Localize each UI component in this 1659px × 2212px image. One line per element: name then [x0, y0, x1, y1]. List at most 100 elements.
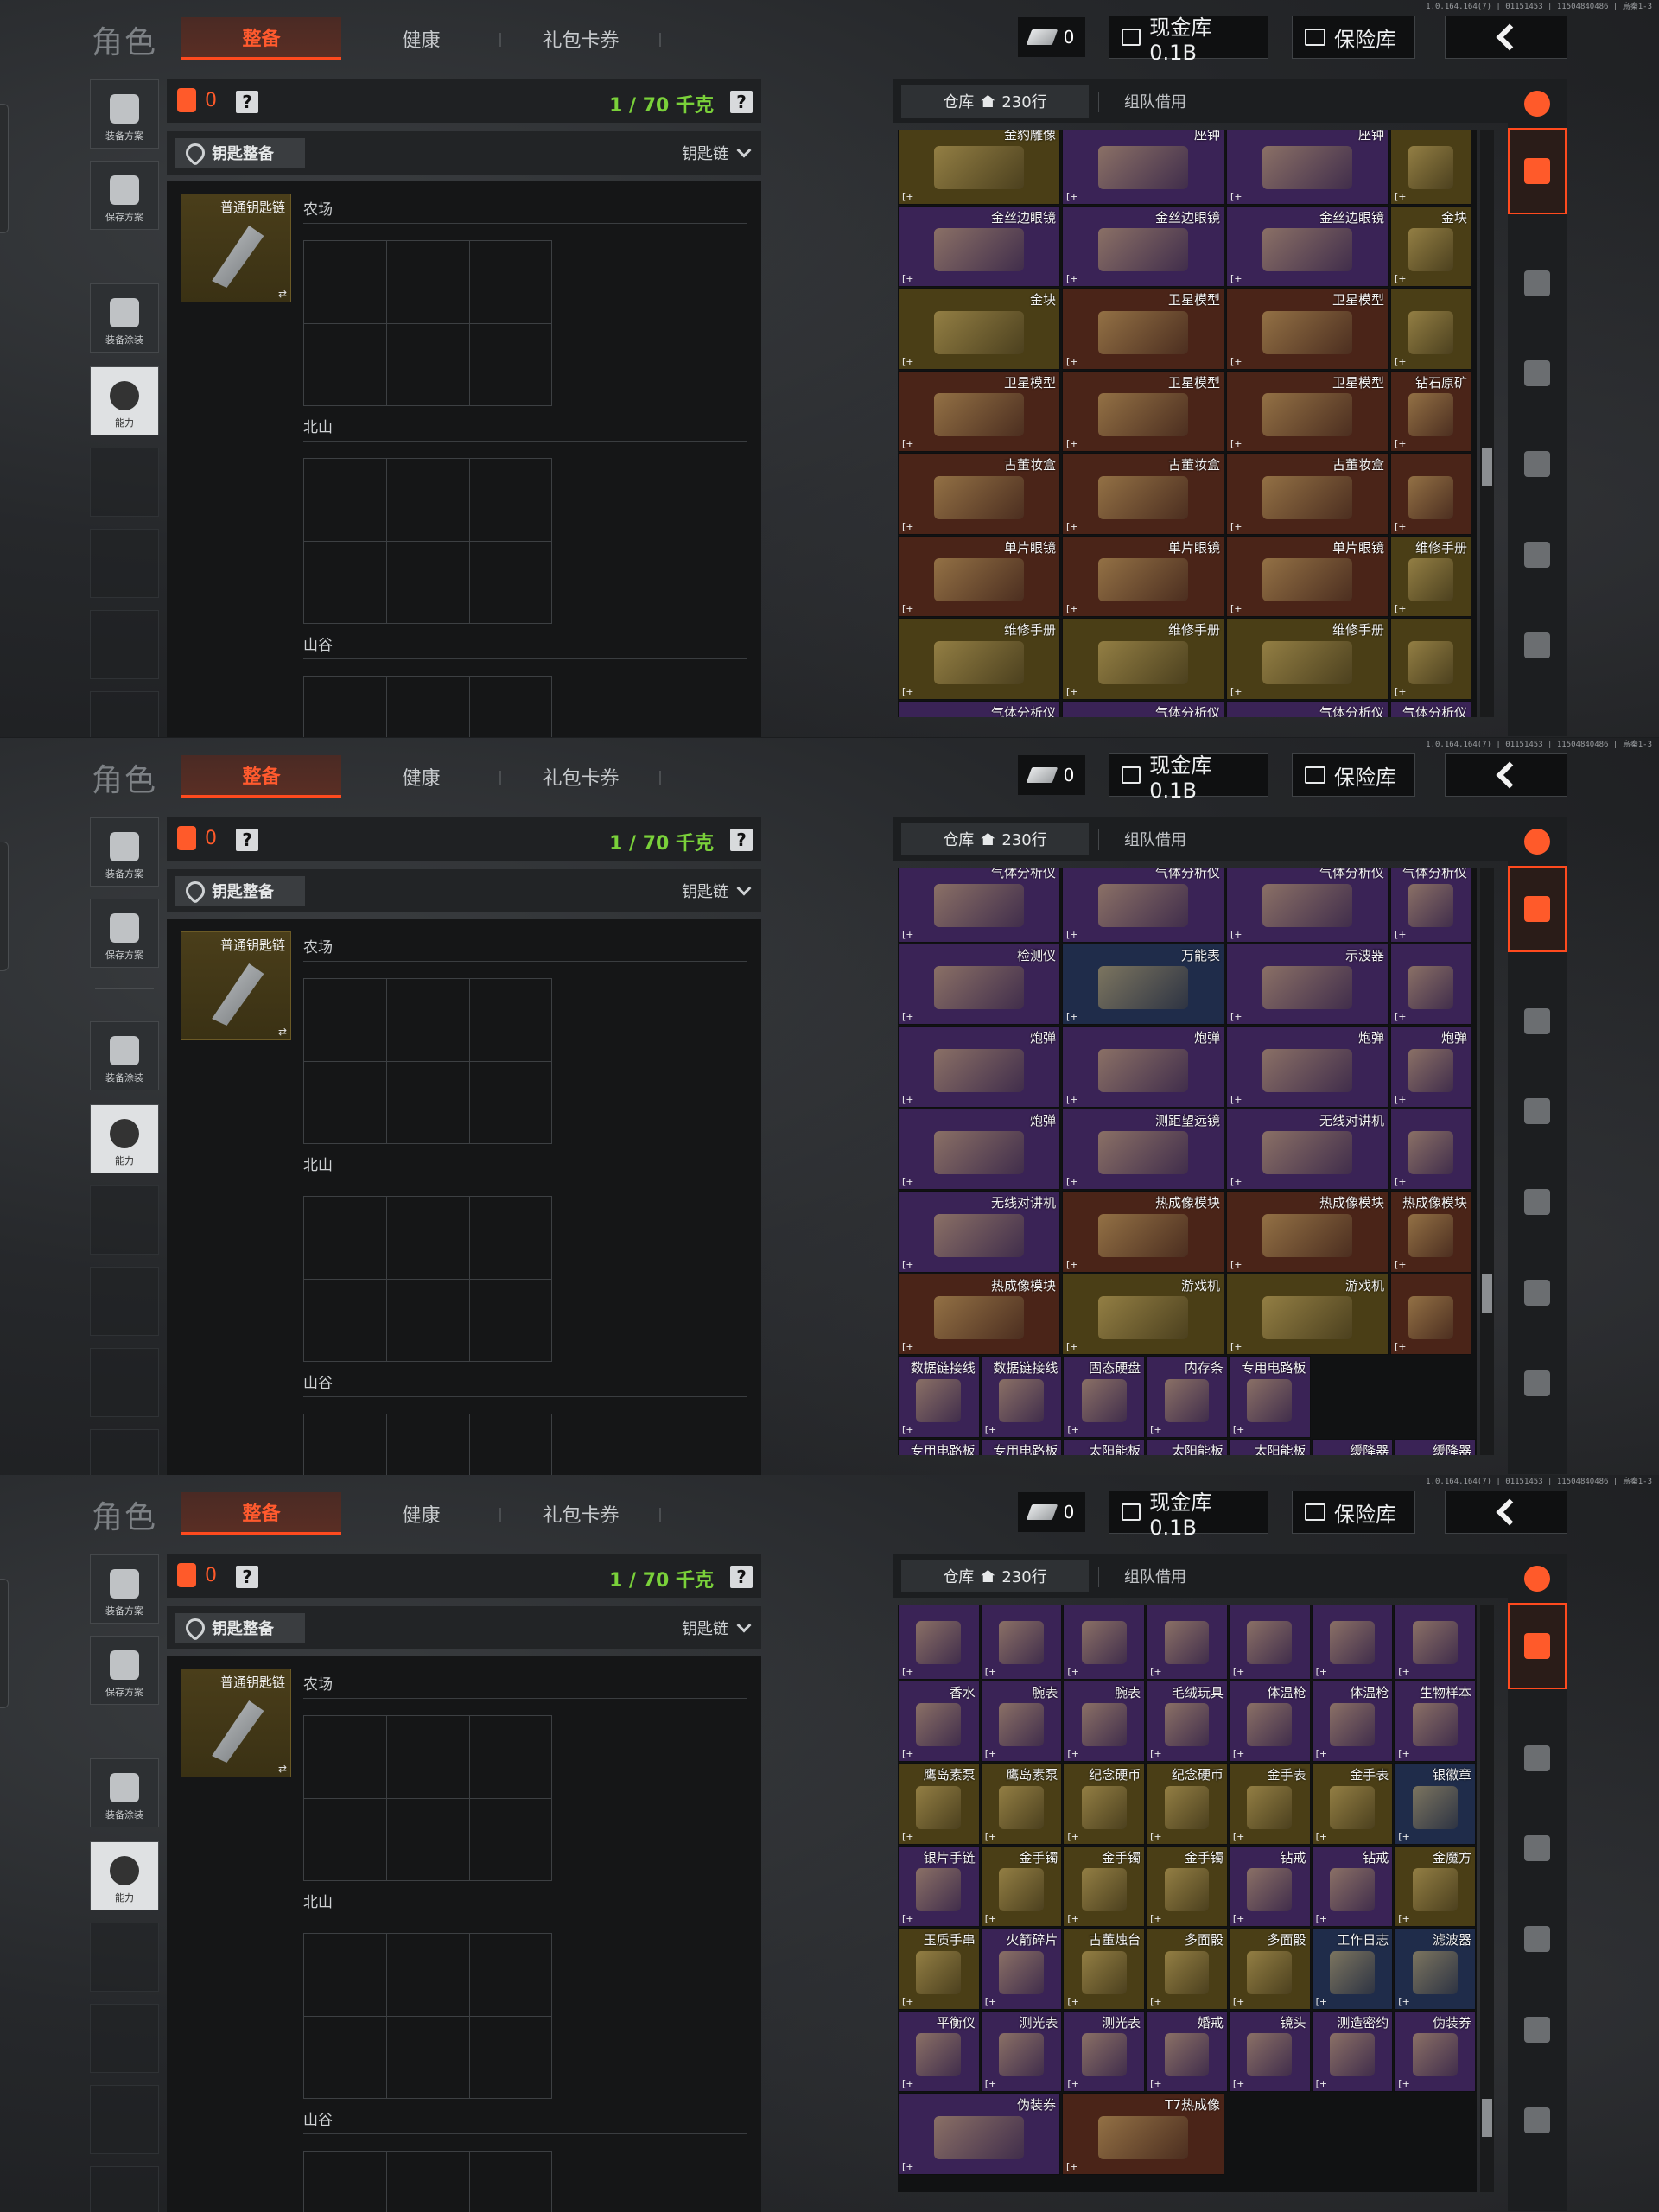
back-button[interactable]	[1445, 16, 1567, 59]
coin-counter[interactable]: 0	[1018, 17, 1085, 57]
item-cell[interactable]: 缓降器[+	[1311, 1438, 1394, 1455]
item-cell[interactable]: 炮弹 [+	[898, 1108, 1060, 1190]
loadout-plan-button[interactable]: 装备方案	[90, 817, 159, 887]
tab-gift-cards[interactable]: 礼包卡券	[501, 755, 661, 798]
skin-button[interactable]: 装备涂装	[90, 1758, 159, 1827]
item-cell[interactable]: 香水 [+	[898, 1680, 980, 1762]
item-cell[interactable]: 古董妆盒 [+	[1062, 453, 1224, 535]
item-cell[interactable]: 金手镯 [+	[1146, 1845, 1228, 1927]
item-cell[interactable]: 玉质手串 [+	[898, 1928, 980, 2010]
key-slot-grid[interactable]	[303, 1196, 552, 1362]
tab-health[interactable]: 健康	[341, 17, 501, 60]
keychain-dropdown[interactable]: 钥匙链	[682, 1617, 752, 1639]
key-slot-grid[interactable]	[303, 1933, 552, 2099]
item-cell[interactable]: 无线对讲机 [+	[1226, 1108, 1389, 1190]
scroll-thumb[interactable]	[1482, 448, 1492, 486]
item-cell[interactable]: 单片眼镜 [+	[898, 535, 1060, 617]
left-edge-tab[interactable]	[0, 104, 9, 233]
item-cell[interactable]: 鹰岛素泵 [+	[980, 1763, 1063, 1845]
item-cell[interactable]: T7热成像 [+	[1062, 2093, 1224, 2175]
key-slot-grid[interactable]	[303, 676, 552, 737]
item-cell[interactable]: 测造密约 [+	[1311, 2010, 1394, 2092]
keychain-dropdown[interactable]: 钥匙链	[682, 142, 752, 164]
item-cell[interactable]: 气体分析仪[+	[1390, 700, 1471, 717]
item-cell[interactable]: 金块 [+	[898, 288, 1060, 370]
item-cell[interactable]: 滤波器 [+	[1394, 1928, 1476, 2010]
item-cell[interactable]: [+	[1390, 1108, 1471, 1190]
left-edge-tab[interactable]	[0, 1579, 9, 1708]
item-cell[interactable]: [+	[1390, 288, 1471, 370]
item-cell[interactable]: 毛绒玩具 [+	[1146, 1680, 1228, 1762]
item-cell[interactable]: 平衡仪 [+	[898, 2010, 980, 2092]
key-slot-grid[interactable]	[303, 978, 552, 1144]
help-icon[interactable]: ?	[730, 829, 753, 851]
item-cell[interactable]: 气体分析仪[+	[1062, 868, 1224, 943]
item-cell[interactable]: 金手镯 [+	[1063, 1845, 1146, 1927]
back-button[interactable]	[1445, 1491, 1567, 1534]
item-cell[interactable]: 缓降器[+	[1394, 1438, 1476, 1455]
ability-button[interactable]: 能力	[90, 1104, 159, 1173]
category-stack[interactable]	[1508, 1554, 1567, 1603]
help-icon[interactable]: ?	[236, 829, 258, 851]
item-cell[interactable]: 古董烛台 [+	[1063, 1928, 1146, 2010]
tab-warehouse[interactable]: 仓库 230行	[901, 823, 1089, 855]
cash-vault-button[interactable]: 现金库 0.1B	[1109, 753, 1268, 803]
category-rifle[interactable]	[1508, 330, 1567, 416]
category-plate[interactable]	[1508, 128, 1567, 214]
keychain-slot[interactable]: 普通钥匙链 ⇄	[181, 194, 291, 302]
item-cell[interactable]: 太阳能板[+	[1228, 1438, 1311, 1455]
tab-health[interactable]: 健康	[341, 1492, 501, 1535]
category-rifle[interactable]	[1508, 1068, 1567, 1154]
category-magazine[interactable]	[1508, 1159, 1567, 1245]
save-plan-button[interactable]: 保存方案	[90, 161, 159, 230]
item-cell[interactable]: 气体分析仪[+	[898, 868, 1060, 943]
item-cell[interactable]: [+	[1390, 618, 1471, 700]
item-cell[interactable]: 金丝边眼镜 [+	[1062, 205, 1224, 287]
item-cell[interactable]: 腕表 [+	[1063, 1680, 1146, 1762]
tab-team-borrow[interactable]: 组队借用	[1124, 828, 1186, 850]
item-cell[interactable]: 火箭碎片 [+	[980, 1928, 1063, 2010]
item-cell[interactable]: [+	[1390, 1273, 1471, 1355]
item-cell[interactable]: 维修手册 [+	[898, 618, 1060, 700]
key-slot-grid[interactable]	[303, 458, 552, 624]
coin-counter[interactable]: 0	[1018, 755, 1085, 795]
item-cell[interactable]: 鹰岛素泵 [+	[898, 1763, 980, 1845]
category-plate[interactable]	[1508, 1603, 1567, 1689]
category-helmet[interactable]	[1508, 978, 1567, 1065]
tab-warehouse[interactable]: 仓库 230行	[901, 85, 1089, 118]
item-cell[interactable]: 数据链接线 [+	[980, 1356, 1063, 1438]
loadout-plan-button[interactable]: 装备方案	[90, 1554, 159, 1624]
item-cell[interactable]: 热成像模块 [+	[1390, 1191, 1471, 1273]
item-cell[interactable]: 钻石原矿 [+	[1390, 370, 1471, 452]
item-cell[interactable]: 游戏机 [+	[1226, 1273, 1389, 1355]
skin-button[interactable]: 装备涂装	[90, 283, 159, 353]
left-edge-tab[interactable]	[0, 842, 9, 971]
item-cell[interactable]: 数据链接线 [+	[898, 1356, 980, 1438]
cash-vault-button[interactable]: 现金库 0.1B	[1109, 1491, 1268, 1540]
item-cell[interactable]: 单片眼镜 [+	[1226, 535, 1389, 617]
item-cell[interactable]: 气体分析仪[+	[898, 700, 1060, 717]
item-cell[interactable]: 金丝边眼镜 [+	[1226, 205, 1389, 287]
ability-button[interactable]: 能力	[90, 1841, 159, 1910]
key-slot-grid[interactable]	[303, 240, 552, 406]
key-slot-grid[interactable]	[303, 1414, 552, 1475]
item-cell[interactable]: 内存条 [+	[1146, 1356, 1228, 1438]
item-cell[interactable]: [+	[1228, 1605, 1311, 1680]
item-cell[interactable]: 钻戒 [+	[1228, 1845, 1311, 1927]
key-slot-grid[interactable]	[303, 2151, 552, 2212]
item-cell[interactable]: [+	[1390, 130, 1471, 205]
cash-vault-button[interactable]: 现金库 0.1B	[1109, 16, 1268, 65]
item-cell[interactable]: 检测仪 [+	[898, 943, 1060, 1025]
item-cell[interactable]: 多面骰 [+	[1228, 1928, 1311, 2010]
item-cell[interactable]: [+	[1390, 943, 1471, 1025]
category-backpack[interactable]	[1508, 1340, 1567, 1427]
save-plan-button[interactable]: 保存方案	[90, 1636, 159, 1705]
item-cell[interactable]: 测光表 [+	[980, 2010, 1063, 2092]
key-prep-button[interactable]: 钥匙整备	[175, 138, 305, 168]
category-helmet[interactable]	[1508, 1715, 1567, 1802]
skin-button[interactable]: 装备涂装	[90, 1021, 159, 1090]
category-backpack[interactable]	[1508, 602, 1567, 689]
item-cell[interactable]: 体温枪 [+	[1311, 1680, 1394, 1762]
keychain-slot[interactable]: 普通钥匙链 ⇄	[181, 1669, 291, 1777]
category-magazine[interactable]	[1508, 421, 1567, 507]
